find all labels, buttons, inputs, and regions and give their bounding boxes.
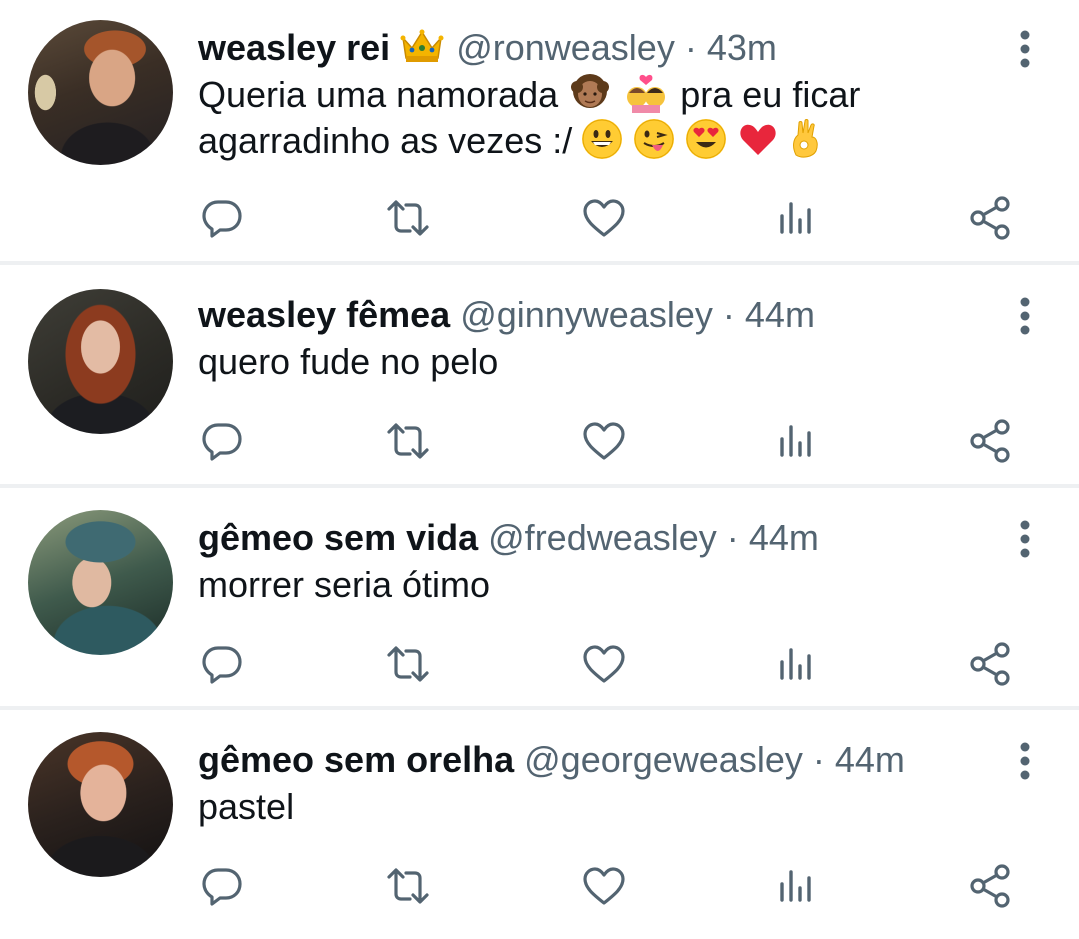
tweet[interactable]: gêmeo sem vida @fredweasley · 44m morrer…: [0, 488, 1079, 710]
action-bar: [198, 417, 1018, 465]
grinning-face-emoji: [582, 119, 623, 159]
action-bar: [198, 640, 1018, 688]
like-button[interactable]: [580, 640, 628, 688]
retweet-icon: [387, 200, 429, 236]
views-button[interactable]: [772, 640, 820, 688]
user-handle[interactable]: @fredweasley: [488, 517, 717, 558]
avatar[interactable]: [28, 732, 173, 877]
share-button[interactable]: [966, 640, 1014, 688]
views-icon: [780, 870, 811, 902]
tweet-feed: weasley rei @ronweasley · 43m Queria uma…: [0, 0, 1079, 939]
reply-icon: [202, 868, 242, 906]
timestamp[interactable]: 44m: [749, 517, 819, 558]
kiss-couple-emoji: [624, 73, 668, 113]
views-button[interactable]: [772, 862, 820, 910]
more-options-button[interactable]: [1019, 742, 1031, 780]
tweet-text: pastel: [198, 786, 295, 827]
tweet-text-line: agarradinho as vezes :/: [198, 118, 860, 164]
tweet[interactable]: weasley rei @ronweasley · 43m Queria uma…: [0, 0, 1079, 265]
share-button[interactable]: [966, 417, 1014, 465]
tweet-text-segment: agarradinho as vezes :/: [198, 120, 573, 161]
heart-eyes-emoji: [686, 119, 727, 159]
views-button[interactable]: [772, 417, 820, 465]
reply-button[interactable]: [198, 417, 246, 465]
separator-dot: ·: [684, 27, 697, 68]
retweet-icon: [387, 646, 429, 682]
tweet-header: weasley rei @ronweasley · 43m: [198, 26, 777, 70]
like-button[interactable]: [580, 417, 628, 465]
tweet-text: morrer seria ótimo: [198, 564, 491, 605]
action-bar: [198, 862, 1018, 910]
tweet[interactable]: weasley fêmea @ginnyweasley · 44m quero …: [0, 265, 1079, 488]
retweet-button[interactable]: [384, 862, 432, 910]
retweet-icon: [387, 423, 429, 459]
heart-icon: [583, 645, 625, 683]
tweet-header: gêmeo sem vida @fredweasley · 44m: [198, 516, 819, 560]
more-vertical-icon: [1020, 30, 1030, 68]
user-handle[interactable]: @georgeweasley: [524, 739, 803, 780]
more-options-button[interactable]: [1019, 30, 1031, 68]
winking-tongue-emoji: [634, 119, 675, 159]
display-name[interactable]: weasley fêmea: [198, 294, 450, 335]
views-icon: [780, 202, 811, 234]
heart-icon: [583, 422, 625, 460]
tweet-text: Queria uma namorada pra eu ficar agarrad…: [198, 72, 860, 164]
avatar[interactable]: [28, 289, 173, 434]
reply-icon: [202, 423, 242, 461]
separator-dot: ·: [722, 294, 735, 335]
more-vertical-icon: [1020, 297, 1030, 335]
reply-button[interactable]: [198, 862, 246, 910]
views-icon: [780, 425, 811, 457]
like-button[interactable]: [580, 194, 628, 242]
reply-icon: [202, 200, 242, 238]
timestamp[interactable]: 44m: [745, 294, 815, 335]
girl-emoji: [568, 73, 612, 113]
views-icon: [780, 648, 811, 680]
more-options-button[interactable]: [1019, 297, 1031, 335]
more-vertical-icon: [1020, 520, 1030, 558]
retweet-button[interactable]: [384, 640, 432, 688]
share-button[interactable]: [966, 862, 1014, 910]
tweet-header: gêmeo sem orelha @georgeweasley · 44m: [198, 738, 905, 782]
more-vertical-icon: [1020, 742, 1030, 780]
more-options-button[interactable]: [1019, 520, 1031, 558]
timestamp[interactable]: 43m: [707, 27, 777, 68]
timestamp[interactable]: 44m: [835, 739, 905, 780]
share-button[interactable]: [966, 194, 1014, 242]
tweet-text: quero fude no pelo: [198, 341, 499, 382]
tweet[interactable]: gêmeo sem orelha @georgeweasley · 44m pa…: [0, 710, 1079, 939]
retweet-button[interactable]: [384, 417, 432, 465]
display-name[interactable]: weasley rei: [198, 27, 390, 68]
retweet-icon: [387, 868, 429, 904]
share-icon: [970, 196, 1010, 240]
tweet-text-segment: pra eu ficar: [680, 74, 861, 115]
display-name[interactable]: gêmeo sem vida: [198, 517, 478, 558]
reply-icon: [202, 646, 242, 684]
heart-icon: [583, 867, 625, 905]
tweet-text-segment: Queria uma namorada: [198, 74, 559, 115]
tweet-text-line: Queria uma namorada pra eu ficar: [198, 72, 860, 118]
share-icon: [970, 642, 1010, 686]
retweet-button[interactable]: [384, 194, 432, 242]
share-icon: [970, 419, 1010, 463]
avatar[interactable]: [28, 20, 173, 165]
action-bar: [198, 194, 1018, 242]
reply-button[interactable]: [198, 640, 246, 688]
views-button[interactable]: [772, 194, 820, 242]
reply-button[interactable]: [198, 194, 246, 242]
red-heart-emoji: [738, 119, 778, 159]
tweet-header: weasley fêmea @ginnyweasley · 44m: [198, 293, 815, 337]
separator-dot: ·: [726, 517, 739, 558]
heart-icon: [583, 199, 625, 237]
user-handle[interactable]: @ginnyweasley: [460, 294, 713, 335]
separator-dot: ·: [812, 739, 825, 780]
display-name[interactable]: gêmeo sem orelha: [198, 739, 514, 780]
user-handle[interactable]: @ronweasley: [456, 27, 675, 68]
crown-emoji: [400, 28, 444, 64]
ok-hand-emoji: [790, 119, 822, 159]
like-button[interactable]: [580, 862, 628, 910]
share-icon: [970, 864, 1010, 908]
avatar[interactable]: [28, 510, 173, 655]
